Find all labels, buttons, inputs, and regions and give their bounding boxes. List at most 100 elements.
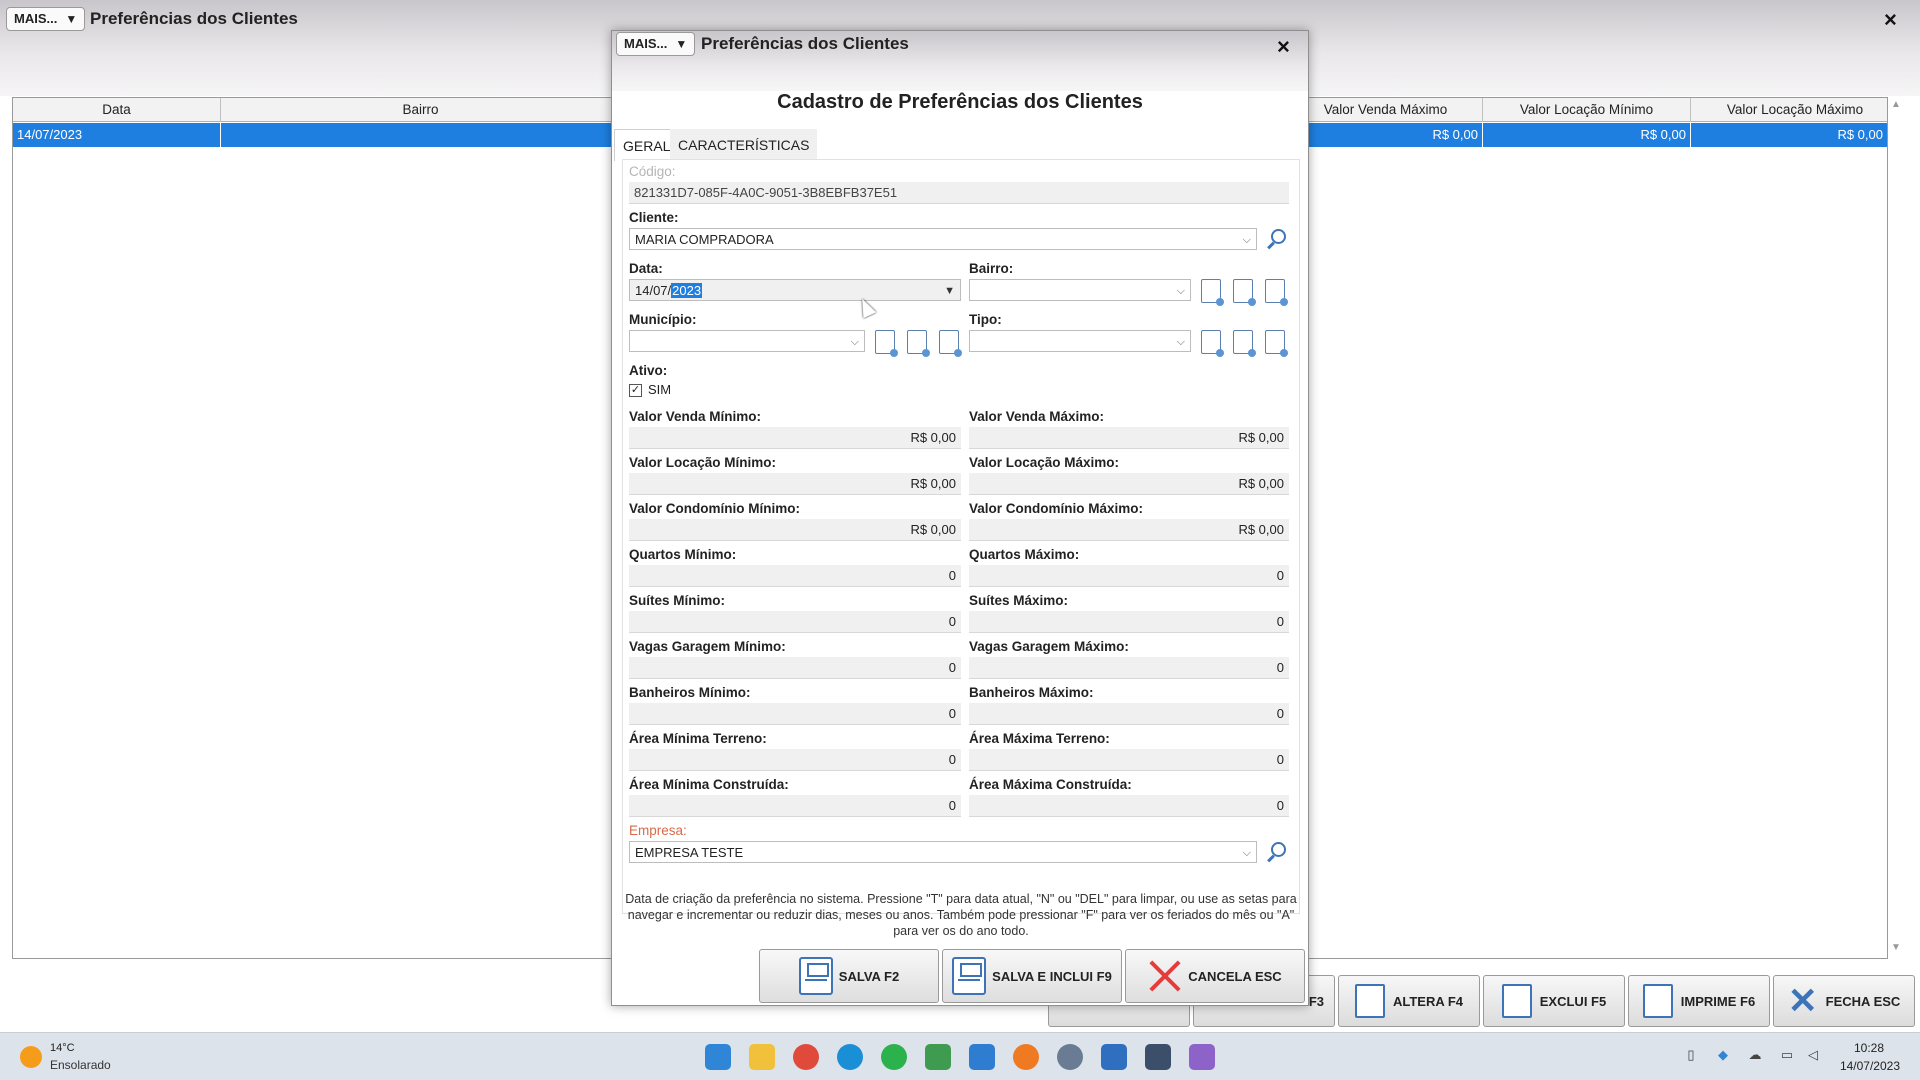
- tipo-view-icon[interactable]: [1265, 330, 1288, 357]
- quartos-min-label: Quartos Mínimo:: [629, 547, 737, 562]
- quartos-max-field[interactable]: 0: [969, 565, 1289, 587]
- edge-icon[interactable]: [837, 1044, 863, 1070]
- municipio-edit-icon[interactable]: [907, 330, 930, 357]
- area-max-terreno-field[interactable]: 0: [969, 749, 1289, 771]
- cliente-combo[interactable]: MARIA COMPRADORA ⌵: [629, 228, 1257, 250]
- main-close-icon[interactable]: ×: [1884, 9, 1897, 31]
- chevron-down-icon[interactable]: ⌵: [1243, 842, 1251, 864]
- column-header-valor-locacao-minimo[interactable]: Valor Locação Mínimo: [1483, 98, 1691, 122]
- municipio-view-icon[interactable]: [939, 330, 962, 357]
- data-field[interactable]: 14/07/2023 ▼: [629, 279, 961, 301]
- tipo-edit-icon[interactable]: [1233, 330, 1256, 357]
- main-mais-button[interactable]: MAIS... ▼: [6, 7, 86, 31]
- salva-button[interactable]: SALVA F2: [759, 949, 939, 1003]
- mail-icon[interactable]: [969, 1044, 995, 1070]
- floppy-disk-icon: [798, 957, 833, 995]
- exclui-button[interactable]: EXCLUI F5: [1483, 975, 1625, 1027]
- ativo-checkbox[interactable]: ✓: [629, 384, 642, 397]
- chevron-down-icon[interactable]: ⌵: [1177, 280, 1185, 302]
- area-min-terreno-field[interactable]: 0: [629, 749, 961, 771]
- cliente-value: MARIA COMPRADORA: [635, 232, 774, 247]
- column-header-bairro[interactable]: Bairro: [221, 98, 621, 122]
- condominio-max-field[interactable]: R$ 0,00: [969, 519, 1289, 541]
- cloud-icon[interactable]: ☁: [1746, 1047, 1764, 1065]
- banheiros-max-field[interactable]: 0: [969, 703, 1289, 725]
- suites-max-field[interactable]: 0: [969, 611, 1289, 633]
- chevron-down-icon[interactable]: ⌵: [1177, 331, 1185, 353]
- area-max-construida-field[interactable]: 0: [969, 795, 1289, 817]
- vagas-min-label: Vagas Garagem Mínimo:: [629, 639, 786, 654]
- ativo-checkbox-label[interactable]: SIM: [648, 382, 671, 397]
- banheiros-min-label: Banheiros Mínimo:: [629, 685, 751, 700]
- app-icon[interactable]: [1145, 1044, 1171, 1070]
- grid-vertical-scrollbar[interactable]: ▲ ▼: [1889, 97, 1903, 959]
- video-icon[interactable]: [1189, 1044, 1215, 1070]
- network-icon[interactable]: ▭: [1778, 1047, 1796, 1065]
- start-icon[interactable]: [705, 1044, 731, 1070]
- venda-max-label: Valor Venda Máximo:: [969, 409, 1105, 424]
- chevron-down-icon[interactable]: ▼: [944, 280, 955, 302]
- bairro-add-icon[interactable]: [1201, 279, 1224, 306]
- whatsapp-icon[interactable]: [881, 1044, 907, 1070]
- dialog-close-icon[interactable]: ×: [1277, 36, 1290, 58]
- column-header-valor-venda-maximo[interactable]: Valor Venda Máximo: [1289, 98, 1483, 122]
- bairro-label: Bairro:: [969, 261, 1014, 276]
- quartos-min-field[interactable]: 0: [629, 565, 961, 587]
- area-min-construida-label: Área Mínima Construída:: [629, 777, 789, 792]
- cancela-button[interactable]: CANCELA ESC: [1125, 949, 1305, 1003]
- area-min-construida-field[interactable]: 0: [629, 795, 961, 817]
- empresa-combo[interactable]: EMPRESA TESTE ⌵: [629, 841, 1257, 863]
- tipo-combo[interactable]: ⌵: [969, 330, 1191, 352]
- municipio-combo[interactable]: ⌵: [629, 330, 865, 352]
- vagas-min-field[interactable]: 0: [629, 657, 961, 679]
- clock-time[interactable]: 10:28: [1854, 1041, 1884, 1055]
- empresa-search-icon[interactable]: [1265, 841, 1289, 865]
- altera-button[interactable]: ALTERA F4: [1338, 975, 1480, 1027]
- dialog-mais-button[interactable]: MAIS... ▼: [616, 32, 696, 56]
- column-header-valor-locacao-maximo[interactable]: Valor Locação Máximo: [1691, 98, 1899, 122]
- settings-gear-icon[interactable]: [1057, 1044, 1083, 1070]
- cell-valor-locacao-maximo: R$ 0,00: [1837, 127, 1883, 142]
- column-header-data[interactable]: Data: [13, 98, 221, 122]
- tipo-add-icon[interactable]: [1201, 330, 1224, 357]
- municipio-add-icon[interactable]: [875, 330, 898, 357]
- salva-inclui-button[interactable]: SALVA E INCLUI F9: [942, 949, 1122, 1003]
- venda-min-field[interactable]: R$ 0,00: [629, 427, 961, 449]
- file-explorer-icon[interactable]: [749, 1044, 775, 1070]
- weather-description[interactable]: Ensolarado: [50, 1058, 111, 1072]
- chevron-down-icon[interactable]: ⌵: [1243, 229, 1251, 251]
- vagas-max-field[interactable]: 0: [969, 657, 1289, 679]
- bairro-edit-icon[interactable]: [1233, 279, 1256, 306]
- usb-icon[interactable]: ▯: [1682, 1047, 1700, 1065]
- tab-caracteristicas[interactable]: CARACTERÍSTICAS: [670, 129, 818, 161]
- spreadsheet-icon[interactable]: [925, 1044, 951, 1070]
- quartos-max-label: Quartos Máximo:: [969, 547, 1080, 562]
- area-max-construida-label: Área Máxima Construída:: [969, 777, 1132, 792]
- security-shield-icon[interactable]: ◆: [1714, 1047, 1732, 1065]
- suites-min-field[interactable]: 0: [629, 611, 961, 633]
- firefox-icon[interactable]: [1013, 1044, 1039, 1070]
- notepad-icon[interactable]: [1101, 1044, 1127, 1070]
- condominio-min-field[interactable]: R$ 0,00: [629, 519, 961, 541]
- imprime-button[interactable]: IMPRIME F6: [1628, 975, 1770, 1027]
- cliente-search-icon[interactable]: [1265, 228, 1289, 252]
- locacao-max-field[interactable]: R$ 0,00: [969, 473, 1289, 495]
- empresa-value: EMPRESA TESTE: [635, 845, 744, 860]
- altera-button-label: ALTERA F4: [1392, 993, 1464, 1009]
- condominio-min-label: Valor Condomínio Mínimo:: [629, 501, 800, 516]
- volume-icon[interactable]: ◁: [1804, 1047, 1822, 1065]
- chevron-down-icon[interactable]: ⌵: [851, 331, 859, 353]
- area-min-terreno-label: Área Mínima Terreno:: [629, 731, 767, 746]
- chrome-icon[interactable]: [793, 1044, 819, 1070]
- banheiros-min-field[interactable]: 0: [629, 703, 961, 725]
- bairro-view-icon[interactable]: [1265, 279, 1288, 306]
- floppy-disk-icon: [952, 957, 987, 995]
- clock-date[interactable]: 14/07/2023: [1840, 1059, 1900, 1073]
- weather-temperature[interactable]: 14°C: [50, 1042, 75, 1054]
- empresa-label: Empresa:: [629, 823, 687, 838]
- locacao-min-field[interactable]: R$ 0,00: [629, 473, 961, 495]
- fecha-button[interactable]: ✕ FECHA ESC: [1773, 975, 1915, 1027]
- sun-icon[interactable]: [20, 1046, 42, 1068]
- venda-max-field[interactable]: R$ 0,00: [969, 427, 1289, 449]
- bairro-combo[interactable]: ⌵: [969, 279, 1191, 301]
